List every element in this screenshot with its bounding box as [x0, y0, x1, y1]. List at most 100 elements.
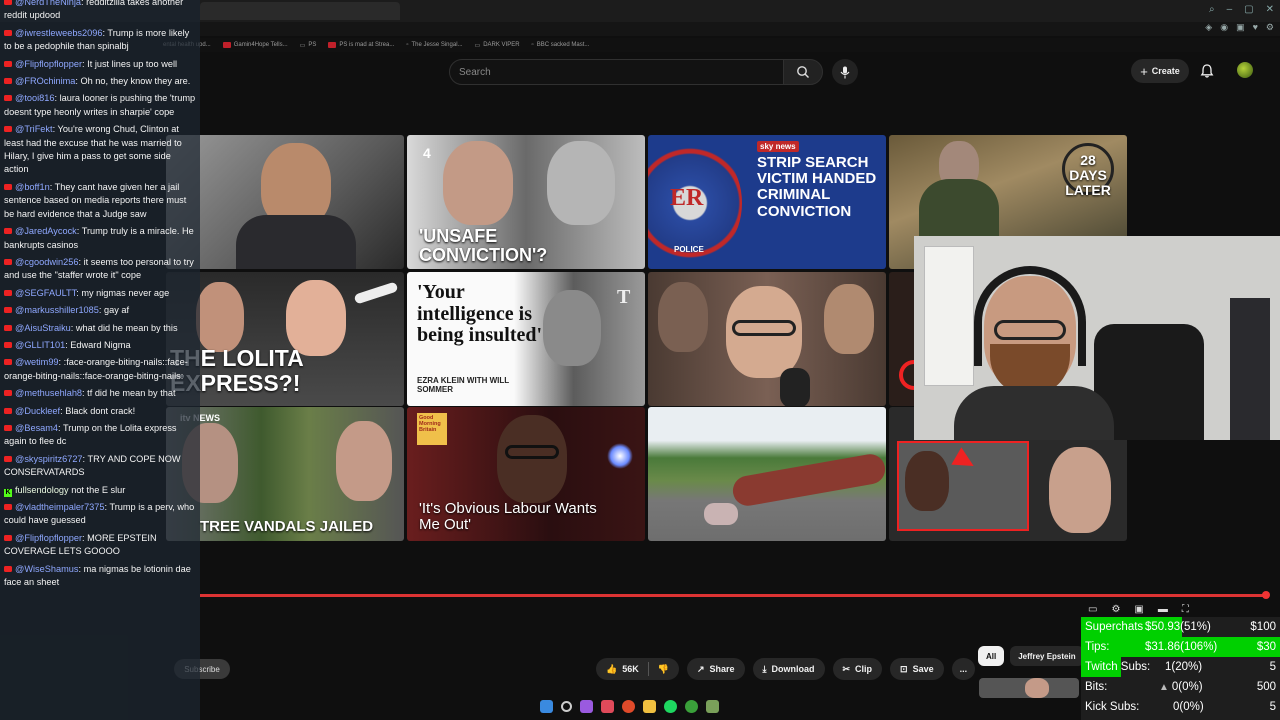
theater-mode-icon[interactable]: ▬: [1158, 604, 1168, 615]
address-bar[interactable]: ◈ ◉ ▣ ♥ ⚙: [200, 22, 1280, 36]
chat-message: @Flipflopflopper: MORE EPSTEIN COVERAGE …: [4, 532, 196, 559]
chat-username[interactable]: @wetim99: [15, 357, 59, 367]
app-icon[interactable]: [601, 700, 614, 713]
chat-username[interactable]: @tooi816: [15, 93, 54, 103]
create-button[interactable]: + Create: [1131, 59, 1189, 83]
bookmark-item[interactable]: ▫ The Jesse Singal...: [406, 42, 462, 48]
video-thumbnail[interactable]: Good Morning Britain 'It's Obvious Labou…: [407, 407, 645, 541]
app-icon[interactable]: [580, 700, 593, 713]
person-image: [658, 282, 708, 352]
chat-username[interactable]: @vladtheimpaler7375: [15, 502, 105, 512]
chat-text: Edward Nigma: [70, 339, 131, 350]
search-icon[interactable]: ⌕: [1209, 4, 1215, 15]
video-thumbnail[interactable]: 4 'UNSAFE CONVICTION'?: [407, 135, 645, 269]
app-icon[interactable]: [706, 700, 719, 713]
chat-username[interactable]: @TriFekt: [15, 124, 53, 134]
notifications-bell-icon[interactable]: [1199, 63, 1215, 79]
kick-subs-value: 0(0%): [1173, 701, 1204, 713]
search-icon[interactable]: [561, 701, 572, 712]
chat-username[interactable]: @Flipflopflopper: [15, 59, 82, 69]
chat-text: not the E slur: [71, 484, 126, 495]
extension-icon[interactable]: ◉: [1220, 22, 1228, 33]
extension-icon[interactable]: ♥: [1253, 22, 1258, 33]
video-thumbnail[interactable]: 'Your intelligence is being insulted' T …: [407, 272, 645, 406]
video-thumbnail[interactable]: [648, 407, 886, 541]
search-button[interactable]: [783, 59, 823, 85]
voice-search-button[interactable]: [832, 59, 858, 85]
account-avatar[interactable]: [1237, 62, 1253, 78]
progress-scrubber[interactable]: [1262, 591, 1270, 599]
clip-button[interactable]: ✂ Clip: [832, 658, 883, 680]
chat-username[interactable]: @markusshiller1085: [15, 305, 99, 315]
chat-message: @Besam4: Trump on the Lolita express aga…: [4, 422, 196, 449]
police-logo: ER: [670, 185, 704, 211]
microphone-icon: [840, 66, 850, 78]
settings-gear-icon[interactable]: ⚙: [1111, 604, 1120, 615]
tips-value: $31.86(106%): [1145, 641, 1218, 653]
bookmarks-bar: ental health upd... Gamin4Hope Tells... …: [160, 38, 1280, 52]
chat-username[interactable]: @FROchinima: [15, 76, 75, 86]
search-input[interactable]: [450, 60, 783, 84]
tips-goal: $30: [1256, 641, 1276, 653]
recommended-video-thumbnail[interactable]: [979, 678, 1079, 698]
video-thumbnail[interactable]: itv NEWS TREE VANDALS JAILED: [166, 407, 404, 541]
browser-icon[interactable]: [622, 700, 635, 713]
miniplayer-icon[interactable]: ▣: [1134, 604, 1143, 615]
more-actions-button[interactable]: ...: [951, 658, 976, 680]
maximize-icon[interactable]: ▢: [1244, 4, 1253, 15]
save-button[interactable]: ⊡ Save: [890, 658, 944, 680]
bookmark-item[interactable]: Gamin4Hope Tells...: [222, 42, 288, 48]
chat-username[interactable]: @JaredAycock: [15, 226, 77, 236]
extension-icon[interactable]: ⚙: [1266, 22, 1274, 33]
video-thumbnail[interactable]: [166, 135, 404, 269]
bookmark-item[interactable]: ▭ DARK VIPER: [475, 42, 520, 49]
chat-text: Black dont crack!: [65, 405, 136, 416]
extension-icon[interactable]: ◈: [1205, 22, 1212, 33]
video-thumbnail[interactable]: [648, 272, 886, 406]
video-progress-bar[interactable]: [200, 594, 1268, 597]
chat-username[interactable]: @GLLIT101: [15, 340, 65, 350]
extension-icon[interactable]: ▣: [1236, 22, 1245, 33]
share-button[interactable]: ↗ Share: [686, 658, 745, 680]
bookmark-item[interactable]: PS is mad at Strea...: [328, 42, 394, 48]
chat-username[interactable]: @WiseShamus: [15, 564, 78, 574]
close-icon[interactable]: ✕: [1266, 4, 1274, 15]
chat-username[interactable]: @skyspiritz6727: [15, 454, 83, 464]
chat-username[interactable]: @SEGFAULTT: [15, 288, 76, 298]
chip-all[interactable]: All: [978, 646, 1005, 666]
chat-username[interactable]: @methusehlah8: [15, 388, 82, 398]
fullscreen-icon[interactable]: ⛶: [1182, 604, 1189, 615]
chat-username[interactable]: @Besam4: [15, 423, 58, 433]
airplane-icon: [353, 281, 399, 305]
captions-icon[interactable]: ▭: [1088, 604, 1097, 615]
chat-username[interactable]: @NerdTheNinja: [15, 0, 81, 7]
chat-username[interactable]: @boff1n: [15, 182, 50, 192]
chat-message: @Duckleef: Black dont crack!: [4, 405, 196, 418]
chat-username[interactable]: @cgoodwin256: [15, 257, 78, 267]
youtube-icon: [4, 534, 12, 541]
chat-username[interactable]: fullsendology: [15, 485, 69, 495]
like-icon[interactable]: 👍: [606, 664, 617, 675]
person-image: [336, 421, 392, 501]
chat-username[interactable]: @iwrestleweebs2096: [15, 28, 102, 38]
bits-label: Bits:: [1085, 681, 1108, 693]
bookmark-item[interactable]: ▫ BBC sacked Mast...: [532, 42, 590, 48]
file-explorer-icon[interactable]: [643, 700, 656, 713]
video-thumbnail[interactable]: ER POLICE sky news STRIP SEARCH VICTIM H…: [648, 135, 886, 269]
windows-start-icon[interactable]: [540, 700, 553, 713]
browser-tab[interactable]: [200, 2, 400, 20]
dislike-icon[interactable]: 👎: [658, 664, 669, 675]
chat-username[interactable]: @Duckleef: [15, 406, 60, 416]
spotify-icon[interactable]: [664, 700, 677, 713]
chip-jeffrey-epstein[interactable]: Jeffrey Epstein: [1010, 646, 1084, 666]
channel-badge: Good Morning Britain: [417, 413, 447, 445]
donation-goals-overlay: Superchats $50.93(51%) $100 Tips: $31.86…: [1081, 617, 1280, 720]
minimize-icon[interactable]: –: [1227, 4, 1233, 15]
download-button[interactable]: ⤓ Download: [752, 658, 825, 680]
chat-username[interactable]: @AisuStraiku: [15, 323, 71, 333]
bookmark-item[interactable]: ▭ PS: [300, 42, 317, 49]
video-thumbnail[interactable]: THE LOLITA EXPRESS?!: [166, 272, 404, 406]
xbox-icon[interactable]: [685, 700, 698, 713]
like-count[interactable]: 56K: [622, 664, 639, 674]
chat-username[interactable]: @Flipflopflopper: [15, 533, 82, 543]
